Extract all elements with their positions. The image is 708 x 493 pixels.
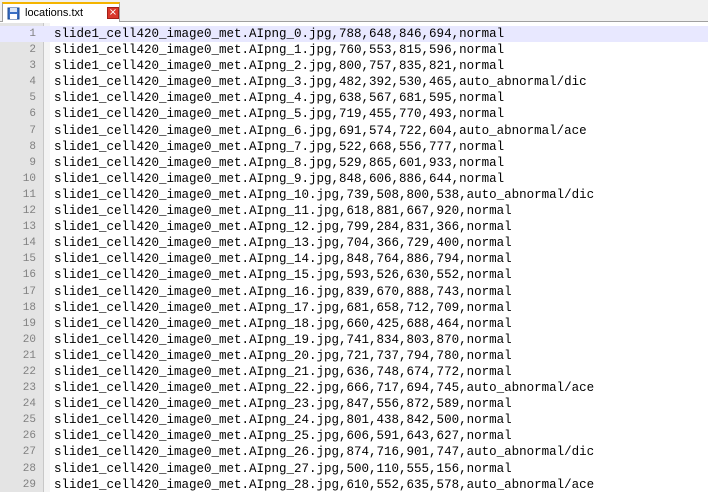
- line-text[interactable]: slide1_cell420_image0_met.AIpng_21.jpg,6…: [54, 364, 512, 380]
- line-number: 9: [29, 156, 36, 169]
- line-text[interactable]: slide1_cell420_image0_met.AIpng_6.jpg,69…: [54, 123, 587, 139]
- line-text[interactable]: slide1_cell420_image0_met.AIpng_14.jpg,8…: [54, 251, 512, 267]
- editor-line[interactable]: 10 slide1_cell420_image0_met.AIpng_9.jpg,…: [0, 171, 708, 187]
- line-text[interactable]: slide1_cell420_image0_met.AIpng_9.jpg,84…: [54, 171, 504, 187]
- line-number: 5: [29, 92, 36, 105]
- editor-line[interactable]: 19 slide1_cell420_image0_met.AIpng_18.jpg…: [0, 316, 708, 332]
- text-editor[interactable]: 1 slide1_cell420_image0_met.AIpng_0.jpg,7…: [0, 23, 708, 492]
- line-number: 18: [22, 301, 36, 314]
- editor-line[interactable]: 17 slide1_cell420_image0_met.AIpng_16.jpg…: [0, 284, 708, 300]
- line-number: 8: [29, 140, 36, 153]
- tab-locations-txt[interactable]: locations.txt ×: [2, 2, 120, 22]
- line-number: 27: [22, 446, 36, 459]
- line-text[interactable]: slide1_cell420_image0_met.AIpng_3.jpg,48…: [54, 74, 587, 90]
- editor-line[interactable]: 6 slide1_cell420_image0_met.AIpng_5.jpg,7…: [0, 106, 708, 122]
- line-text[interactable]: slide1_cell420_image0_met.AIpng_4.jpg,63…: [54, 90, 504, 106]
- line-text[interactable]: slide1_cell420_image0_met.AIpng_15.jpg,5…: [54, 267, 512, 283]
- line-number: 26: [22, 430, 36, 443]
- line-number: 1: [29, 28, 36, 40]
- line-text[interactable]: slide1_cell420_image0_met.AIpng_16.jpg,8…: [54, 284, 512, 300]
- line-number: 6: [29, 108, 36, 121]
- line-number: 25: [22, 414, 36, 427]
- line-number: 11: [22, 188, 36, 201]
- line-text[interactable]: slide1_cell420_image0_met.AIpng_2.jpg,80…: [54, 58, 504, 74]
- editor-line[interactable]: 21 slide1_cell420_image0_met.AIpng_20.jpg…: [0, 348, 708, 364]
- line-text[interactable]: slide1_cell420_image0_met.AIpng_23.jpg,8…: [54, 396, 512, 412]
- line-text[interactable]: slide1_cell420_image0_met.AIpng_7.jpg,52…: [54, 139, 504, 155]
- line-text[interactable]: slide1_cell420_image0_met.AIpng_18.jpg,6…: [54, 316, 512, 332]
- editor-line[interactable]: 25 slide1_cell420_image0_met.AIpng_24.jpg…: [0, 412, 708, 428]
- editor-line[interactable]: 15 slide1_cell420_image0_met.AIpng_14.jpg…: [0, 251, 708, 267]
- editor-line[interactable]: 24 slide1_cell420_image0_met.AIpng_23.jpg…: [0, 396, 708, 412]
- editor-line[interactable]: 11 slide1_cell420_image0_met.AIpng_10.jpg…: [0, 187, 708, 203]
- file-icon: [7, 6, 21, 20]
- editor-line[interactable]: 12 slide1_cell420_image0_met.AIpng_11.jpg…: [0, 203, 708, 219]
- editor-line[interactable]: 4 slide1_cell420_image0_met.AIpng_3.jpg,4…: [0, 74, 708, 90]
- tab-label: locations.txt: [25, 7, 84, 19]
- line-text[interactable]: slide1_cell420_image0_met.AIpng_24.jpg,8…: [54, 412, 512, 428]
- editor-line[interactable]: 14 slide1_cell420_image0_met.AIpng_13.jpg…: [0, 235, 708, 251]
- line-text[interactable]: slide1_cell420_image0_met.AIpng_22.jpg,6…: [54, 380, 594, 396]
- line-number: 4: [29, 76, 36, 89]
- editor-line[interactable]: 3 slide1_cell420_image0_met.AIpng_2.jpg,8…: [0, 58, 708, 74]
- editor-line[interactable]: 23 slide1_cell420_image0_met.AIpng_22.jpg…: [0, 380, 708, 396]
- editor-line[interactable]: 1 slide1_cell420_image0_met.AIpng_0.jpg,7…: [0, 26, 708, 43]
- line-text[interactable]: slide1_cell420_image0_met.AIpng_1.jpg,76…: [54, 42, 504, 58]
- line-text[interactable]: slide1_cell420_image0_met.AIpng_11.jpg,6…: [54, 203, 512, 219]
- line-number: 22: [22, 365, 36, 378]
- line-number: 20: [22, 333, 36, 346]
- editor-line[interactable]: 18 slide1_cell420_image0_met.AIpng_17.jpg…: [0, 300, 708, 316]
- editor-line[interactable]: 16 slide1_cell420_image0_met.AIpng_15.jpg…: [0, 267, 708, 283]
- line-text[interactable]: slide1_cell420_image0_met.AIpng_5.jpg,71…: [54, 106, 504, 122]
- line-text[interactable]: slide1_cell420_image0_met.AIpng_17.jpg,6…: [54, 300, 512, 316]
- close-icon[interactable]: ×: [107, 7, 119, 19]
- editor-lines: 1 slide1_cell420_image0_met.AIpng_0.jpg,7…: [0, 26, 708, 493]
- line-number: 3: [29, 60, 36, 73]
- line-number: 17: [22, 285, 36, 298]
- line-number: 19: [22, 317, 36, 330]
- line-number: 14: [22, 237, 36, 250]
- editor-line[interactable]: 27 slide1_cell420_image0_met.AIpng_26.jpg…: [0, 444, 708, 460]
- editor-line[interactable]: 13 slide1_cell420_image0_met.AIpng_12.jpg…: [0, 219, 708, 235]
- line-number: 15: [22, 253, 36, 266]
- line-text[interactable]: slide1_cell420_image0_met.AIpng_28.jpg,6…: [54, 477, 594, 493]
- editor-line[interactable]: 8 slide1_cell420_image0_met.AIpng_7.jpg,5…: [0, 139, 708, 155]
- line-number: 21: [22, 349, 36, 362]
- editor-line[interactable]: 2 slide1_cell420_image0_met.AIpng_1.jpg,7…: [0, 42, 708, 58]
- line-text[interactable]: slide1_cell420_image0_met.AIpng_0.jpg,78…: [54, 26, 504, 42]
- line-number: 2: [29, 44, 36, 57]
- line-text[interactable]: slide1_cell420_image0_met.AIpng_12.jpg,7…: [54, 219, 512, 235]
- editor-line[interactable]: 20 slide1_cell420_image0_met.AIpng_19.jpg…: [0, 332, 708, 348]
- line-number: 10: [22, 172, 36, 185]
- line-text[interactable]: slide1_cell420_image0_met.AIpng_13.jpg,7…: [54, 235, 512, 251]
- line-text[interactable]: slide1_cell420_image0_met.AIpng_8.jpg,52…: [54, 155, 504, 171]
- editor-line[interactable]: 9 slide1_cell420_image0_met.AIpng_8.jpg,5…: [0, 155, 708, 171]
- tab-bar: locations.txt ×: [0, 0, 708, 22]
- line-text[interactable]: slide1_cell420_image0_met.AIpng_26.jpg,8…: [54, 444, 594, 460]
- line-text[interactable]: slide1_cell420_image0_met.AIpng_20.jpg,7…: [54, 348, 512, 364]
- editor-line[interactable]: 5 slide1_cell420_image0_met.AIpng_4.jpg,6…: [0, 90, 708, 106]
- line-text[interactable]: slide1_cell420_image0_met.AIpng_19.jpg,7…: [54, 332, 512, 348]
- line-number: 29: [22, 478, 36, 491]
- editor-line[interactable]: 22 slide1_cell420_image0_met.AIpng_21.jpg…: [0, 364, 708, 380]
- line-number: 13: [22, 221, 36, 234]
- line-number: 28: [22, 462, 36, 475]
- line-number: 24: [22, 398, 36, 411]
- line-number: 16: [22, 269, 36, 282]
- line-number: 12: [22, 205, 36, 218]
- editor-line[interactable]: 7 slide1_cell420_image0_met.AIpng_6.jpg,6…: [0, 123, 708, 139]
- line-text[interactable]: slide1_cell420_image0_met.AIpng_27.jpg,5…: [54, 461, 512, 477]
- line-text[interactable]: slide1_cell420_image0_met.AIpng_25.jpg,6…: [54, 428, 512, 444]
- line-number: 23: [22, 382, 36, 395]
- editor-line[interactable]: 29 slide1_cell420_image0_met.AIpng_28.jpg…: [0, 477, 708, 493]
- editor-line[interactable]: 28 slide1_cell420_image0_met.AIpng_27.jpg…: [0, 461, 708, 477]
- editor-line[interactable]: 26 slide1_cell420_image0_met.AIpng_25.jpg…: [0, 428, 708, 444]
- line-text[interactable]: slide1_cell420_image0_met.AIpng_10.jpg,7…: [54, 187, 594, 203]
- line-number: 7: [29, 124, 36, 137]
